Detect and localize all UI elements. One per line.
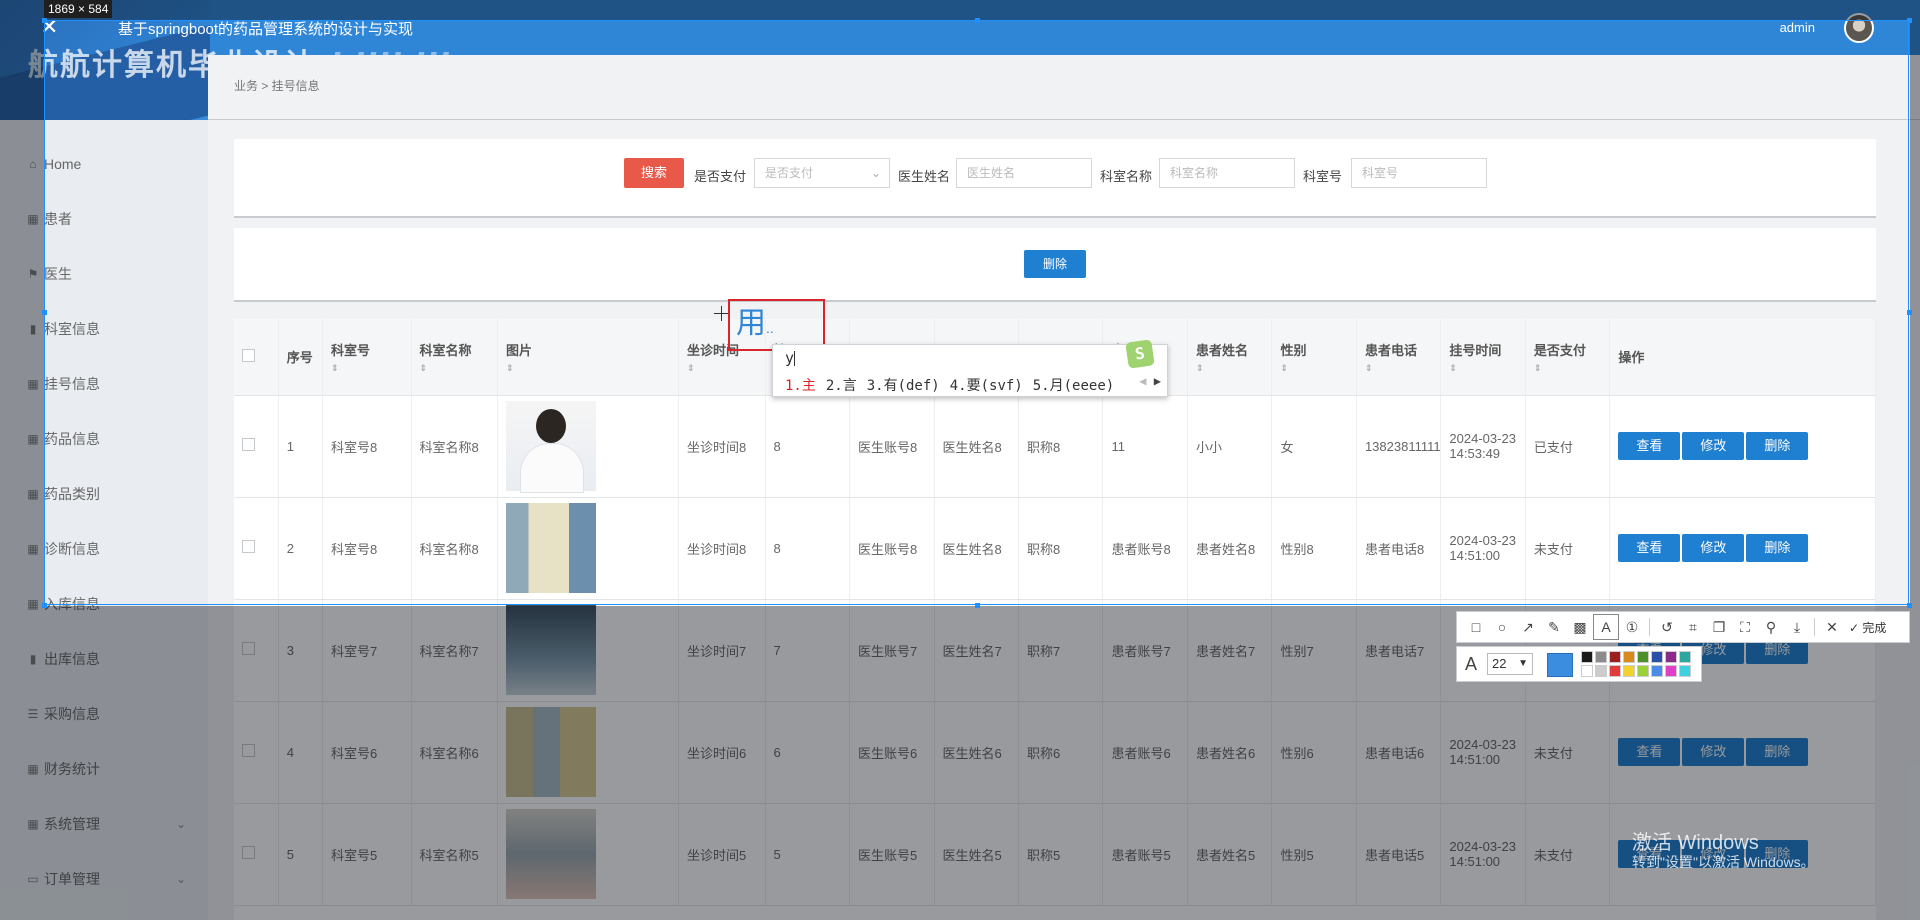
resize-handle[interactable] — [1907, 310, 1912, 315]
ime-candidate[interactable]: 5.月(eeee) — [1033, 378, 1114, 394]
ime-input-text: y — [785, 349, 796, 367]
windows-activate-subtitle: 转到"设置"以激活 Windows。 — [1632, 854, 1815, 870]
color-swatch[interactable] — [1581, 651, 1593, 663]
ime-candidates: 1.主 2.言 3.有(def) 4.要(svf) 5.月(eeee) — [785, 375, 1124, 395]
color-swatch[interactable] — [1609, 651, 1621, 663]
done-label: 完成 — [1862, 620, 1887, 635]
ime-page-arrows[interactable]: ◀ ▶ — [1139, 374, 1161, 388]
current-color-swatch[interactable] — [1547, 653, 1573, 677]
color-swatch[interactable] — [1623, 665, 1635, 677]
check-icon: ✓ — [1849, 620, 1860, 635]
ellipse-tool-icon[interactable]: ○ — [1489, 614, 1515, 640]
dim-overlay — [0, 0, 1920, 20]
toolbar-separator — [1814, 618, 1815, 636]
color-swatch[interactable] — [1665, 651, 1677, 663]
chevron-left-icon[interactable]: ◀ — [1139, 374, 1146, 388]
color-swatch[interactable] — [1651, 665, 1663, 677]
ime-candidate-window: y S 1.主 2.言 3.有(def) 4.要(svf) 5.月(eeee) ◀ ▶ — [772, 339, 1168, 397]
resize-handle[interactable] — [42, 18, 47, 23]
color-swatch[interactable] — [1637, 651, 1649, 663]
color-swatch[interactable] — [1665, 665, 1677, 677]
arrow-tool-icon[interactable]: ↗ — [1515, 614, 1541, 640]
number-tool-icon[interactable]: ① — [1619, 614, 1645, 640]
screen: 航航计算机毕业设计bilibili ✕ 基于springboot的药品管理系统的… — [0, 0, 1920, 920]
resize-handle[interactable] — [1907, 18, 1912, 23]
color-swatch[interactable] — [1609, 665, 1621, 677]
ime-candidate[interactable]: 4.要(svf) — [950, 378, 1023, 394]
windows-activate-title: 激活 Windows — [1632, 832, 1759, 854]
color-swatch[interactable] — [1651, 651, 1663, 663]
resize-handle[interactable] — [42, 603, 47, 608]
color-swatch[interactable] — [1679, 651, 1691, 663]
pin-icon[interactable]: ⚲ — [1758, 614, 1784, 640]
annotation-style-bar: A 22 ▼ — [1456, 646, 1702, 682]
fullscreen-icon[interactable]: ⛶ — [1732, 614, 1758, 640]
text-tool-icon[interactable]: A — [1593, 614, 1619, 640]
dim-overlay — [0, 20, 44, 606]
color-swatch[interactable] — [1595, 651, 1607, 663]
capture-region[interactable] — [44, 20, 1909, 605]
chevron-right-icon[interactable]: ▶ — [1154, 374, 1161, 388]
color-swatch[interactable] — [1595, 665, 1607, 677]
resize-handle[interactable] — [975, 603, 980, 608]
annotation-toolbar: □ ○ ↗ ✎ ▩ A ① ↺ ⌗ ❐ ⛶ ⚲ ⤓ ✕ ✓ 完成 — [1456, 611, 1910, 643]
mosaic-tool-icon[interactable]: ▩ — [1567, 614, 1593, 640]
capture-size-label: 1869 × 584 — [44, 0, 113, 18]
ime-candidate[interactable]: 3.有(def) — [867, 378, 940, 394]
color-swatch[interactable] — [1637, 665, 1649, 677]
resize-handle[interactable] — [1907, 603, 1912, 608]
sogou-logo-icon: S — [1125, 339, 1155, 369]
ime-candidate[interactable]: 1.主 — [785, 378, 816, 394]
color-swatch[interactable] — [1679, 665, 1691, 677]
close-icon[interactable]: ✕ — [1819, 614, 1845, 640]
download-icon[interactable]: ⤓ — [1784, 614, 1810, 640]
ime-candidate[interactable]: 2.言 — [826, 378, 857, 394]
pen-tool-icon[interactable]: ✎ — [1541, 614, 1567, 640]
rect-tool-icon[interactable]: □ — [1463, 614, 1489, 640]
color-swatch[interactable] — [1581, 665, 1593, 677]
copy-icon[interactable]: ❐ — [1706, 614, 1732, 640]
font-size-select[interactable]: 22 ▼ — [1487, 653, 1533, 675]
resize-handle[interactable] — [975, 18, 980, 23]
done-button[interactable]: ✓ 完成 — [1849, 619, 1886, 636]
resize-handle[interactable] — [42, 310, 47, 315]
crop-icon[interactable]: ⌗ — [1680, 614, 1706, 640]
color-swatch[interactable] — [1623, 651, 1635, 663]
toolbar-separator — [1649, 618, 1650, 636]
undo-icon[interactable]: ↺ — [1654, 614, 1680, 640]
crosshair-cursor-icon — [714, 306, 729, 321]
font-icon: A — [1465, 654, 1478, 674]
